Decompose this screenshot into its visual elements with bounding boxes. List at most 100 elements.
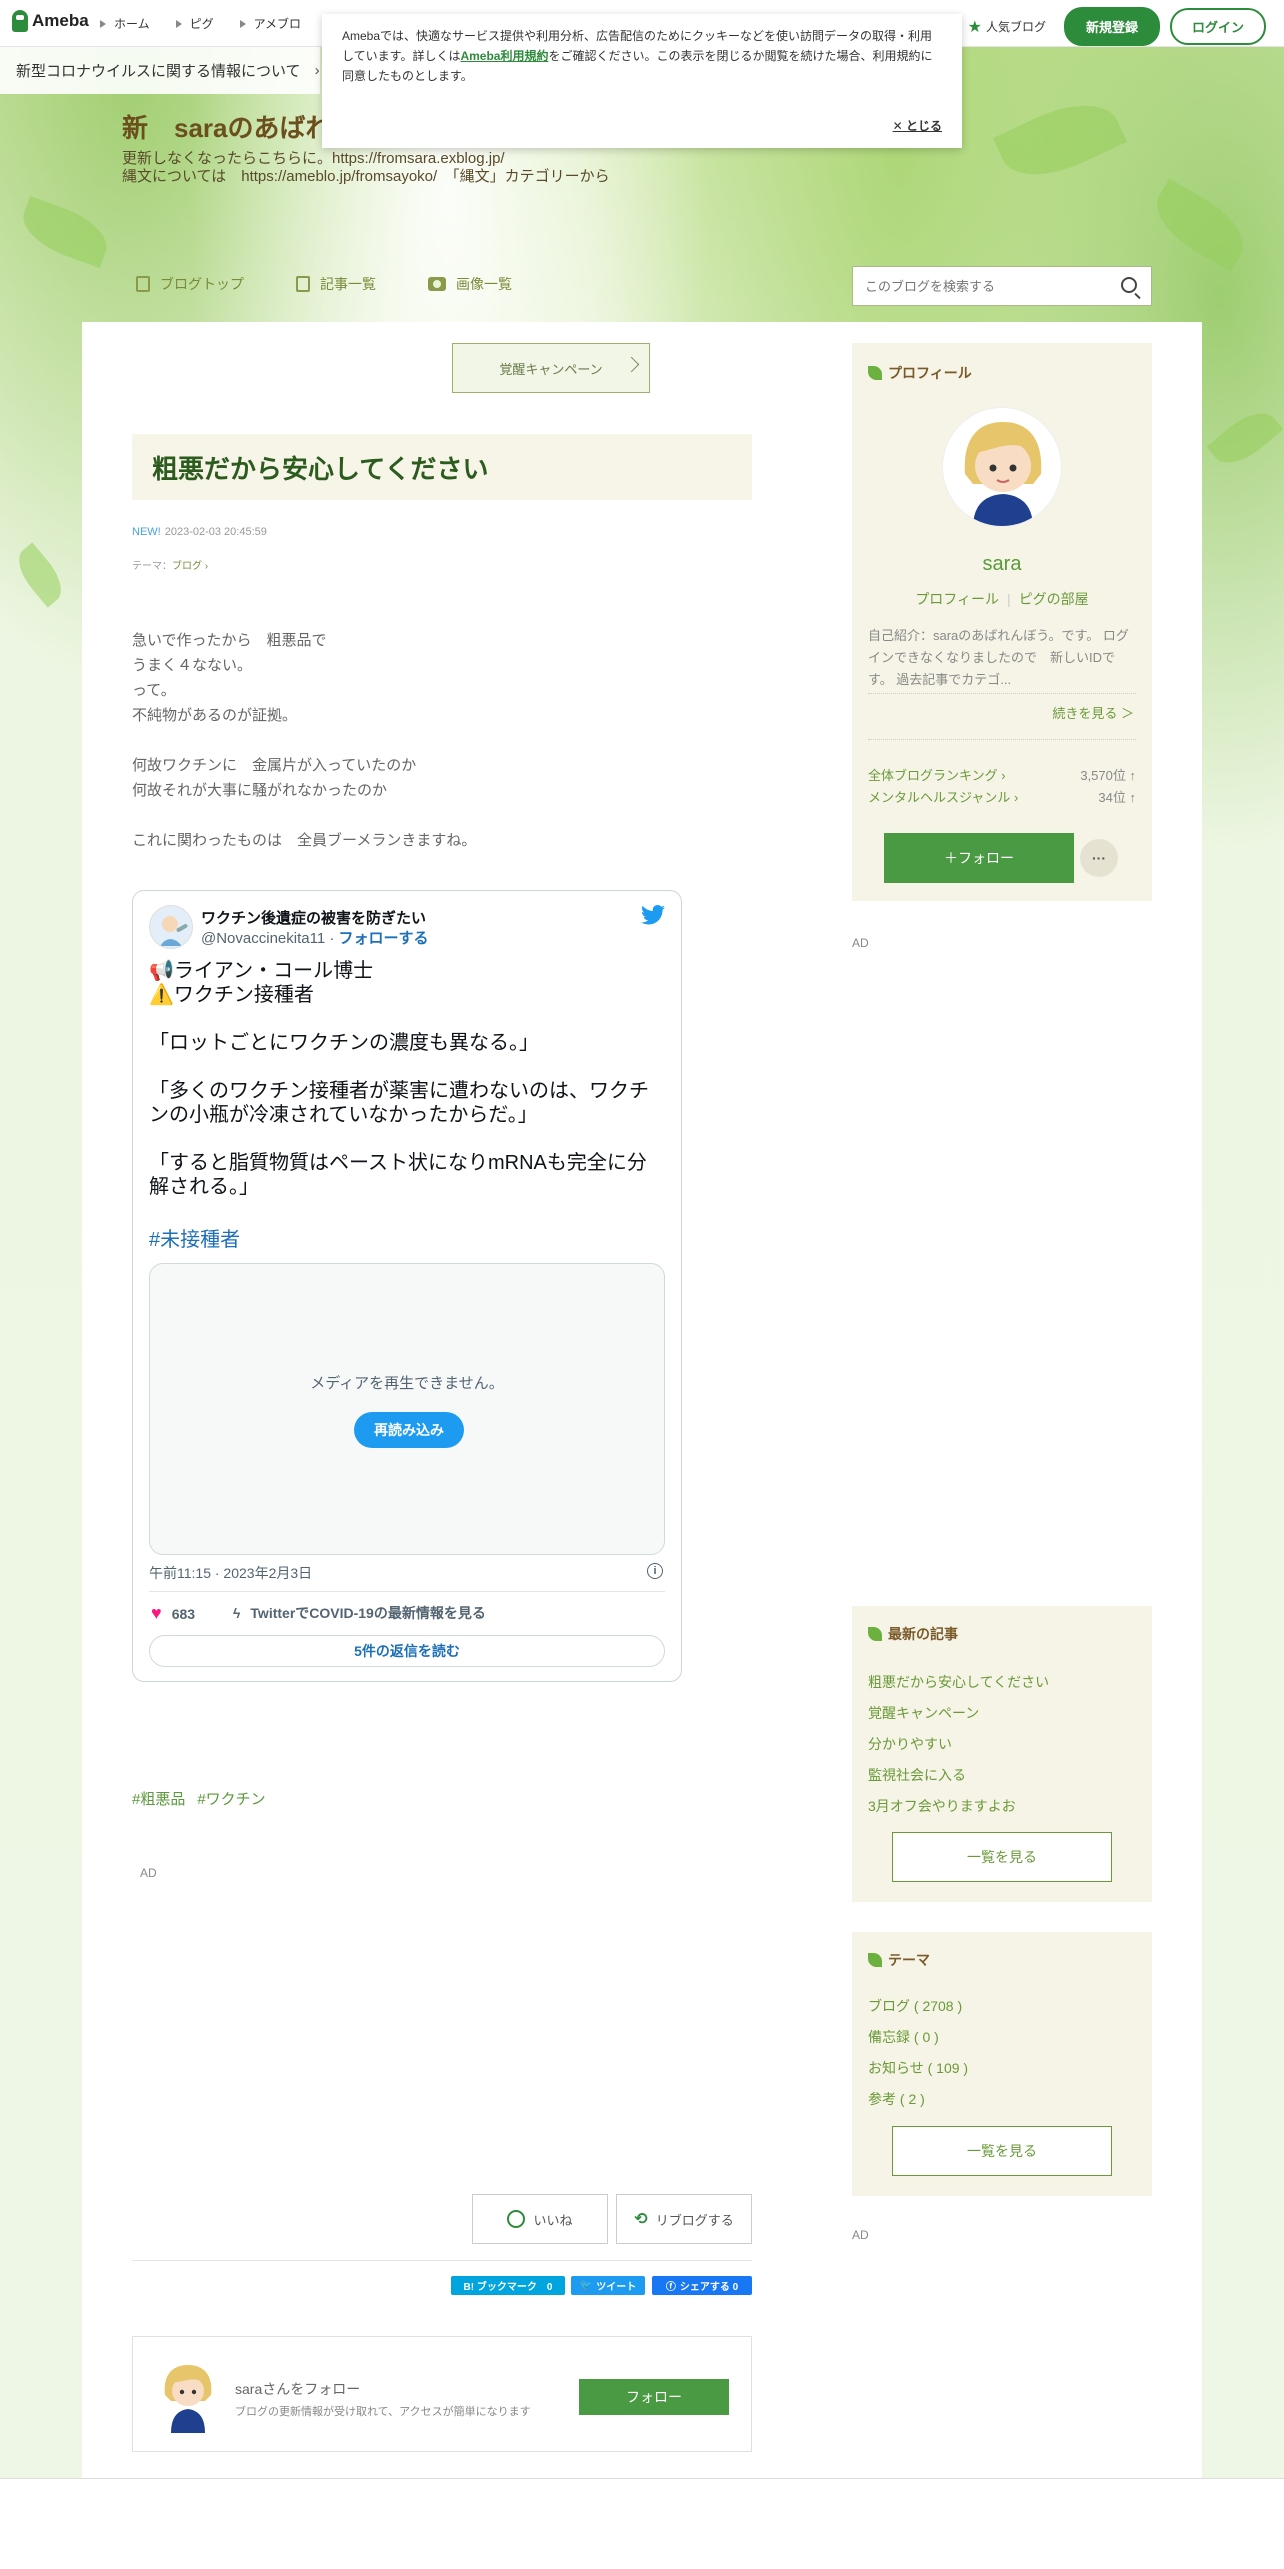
profile-intro: 自己紹介：saraのあばれんぼう。です。 ログインできなくなりましたので 新しい… bbox=[868, 628, 1129, 687]
ameba-logo-icon bbox=[12, 10, 28, 32]
pigg-room-link[interactable]: ピグの部屋 bbox=[1019, 591, 1089, 607]
leaf-icon bbox=[868, 366, 882, 380]
profile-heading: プロフィール bbox=[868, 363, 972, 383]
recent-entry-link[interactable]: 粗悪だから安心してください bbox=[868, 1672, 1049, 1692]
ad-label: AD bbox=[852, 936, 869, 950]
covid-info-link[interactable]: ϟ TwitterでCOVID-19の最新情報を見る bbox=[233, 1603, 486, 1623]
divider bbox=[149, 1591, 665, 1592]
tweet-avatar[interactable] bbox=[149, 905, 193, 949]
nav-pigg[interactable]: ピグ bbox=[175, 15, 214, 32]
recent-entry-link[interactable]: 監視社会に入る bbox=[868, 1765, 966, 1785]
theme-link[interactable]: お知らせ ( 109 ) bbox=[868, 2058, 968, 2078]
document-icon bbox=[136, 276, 150, 292]
recent-list-button[interactable]: 一覧を見る bbox=[892, 1832, 1112, 1882]
author-avatar[interactable] bbox=[157, 2361, 219, 2433]
blog-top-link[interactable]: ブログトップ bbox=[136, 274, 244, 294]
close-icon: ✕ bbox=[892, 119, 906, 133]
star-icon: ★ bbox=[967, 18, 982, 36]
recent-entry-link[interactable]: 3月オフ会やりますよお bbox=[868, 1796, 1016, 1816]
triangle-icon bbox=[239, 19, 246, 28]
new-badge: NEW! bbox=[132, 526, 161, 538]
entry-list-link[interactable]: 記事一覧 bbox=[296, 274, 376, 294]
more-options-button[interactable]: ··· bbox=[1080, 839, 1118, 877]
hashtag-link[interactable]: #粗悪品 bbox=[132, 1788, 185, 1809]
profile-name[interactable]: sara bbox=[852, 553, 1152, 576]
profile-widget: プロフィール sara プロフィール | ピグの部屋 自己紹介：saraのあばれんぼ… bbox=[852, 343, 1152, 901]
login-button[interactable]: ログイン bbox=[1169, 8, 1266, 45]
entry-title[interactable]: 粗悪だから安心してください bbox=[132, 434, 752, 500]
recent-heading: 最新の記事 bbox=[868, 1624, 958, 1644]
read-replies-button[interactable]: 5件の返信を読む bbox=[149, 1635, 665, 1667]
copy-icon bbox=[296, 276, 310, 292]
ameba-logo[interactable]: Ameba bbox=[12, 10, 89, 32]
chevron-right-icon: › bbox=[314, 61, 320, 79]
search-input[interactable] bbox=[863, 267, 1107, 305]
leaf-icon bbox=[868, 1953, 882, 1967]
entry-datetime: 2023-02-03 20:45:59 bbox=[164, 526, 267, 538]
blog-description: 更新しなくなったらこちらに。https://fromsara.exblog.jp… bbox=[122, 150, 610, 185]
tweet-like-button[interactable]: ♥ 683 bbox=[151, 1603, 195, 1624]
nav-ameblo[interactable]: アメブロ bbox=[239, 15, 301, 32]
info-icon[interactable]: i bbox=[647, 1563, 663, 1579]
image-list-link[interactable]: 画像一覧 bbox=[428, 274, 512, 294]
hatena-bookmark-button[interactable]: B! ブックマーク 0 bbox=[451, 2276, 565, 2295]
search-icon[interactable] bbox=[1121, 277, 1137, 293]
covid-info-banner[interactable]: 新型コロナウイルスに関する情報について › bbox=[0, 46, 320, 94]
twitter-bird-icon[interactable] bbox=[641, 905, 665, 925]
profile-links: プロフィール | ピグの部屋 bbox=[915, 591, 1089, 607]
tweet-text: 📢ライアン・コール博士 ⚠️ワクチン接種者 「ロットごとにワクチンの濃度も異なる… bbox=[149, 960, 649, 1198]
theme-link[interactable]: 備忘録 ( 0 ) bbox=[868, 2027, 939, 2047]
entry-meta: NEW! 2023-02-03 20:45:59 bbox=[132, 526, 267, 538]
heart-icon: ♥ bbox=[151, 1603, 162, 1623]
header-actions: ★ 人気ブログ 新規登録 ログイン bbox=[968, 7, 1266, 46]
theme-list-button[interactable]: 一覧を見る bbox=[892, 2126, 1112, 2176]
divider bbox=[132, 2260, 752, 2261]
reblog-icon: ⟲ bbox=[634, 2211, 648, 2228]
like-button[interactable]: いいね bbox=[472, 2194, 608, 2244]
tweet-follow-link[interactable]: フォローする bbox=[339, 930, 429, 947]
twitter-bird-icon: 🐦 bbox=[579, 2280, 593, 2291]
terms-link[interactable]: Ameba利用規約 bbox=[460, 49, 548, 63]
ranking-row[interactable]: 全体ブログランキング › 3,570位 ↑ bbox=[868, 765, 1136, 784]
theme-link[interactable]: ブログ bbox=[172, 561, 202, 572]
page-footer bbox=[0, 2478, 1284, 2569]
triangle-icon bbox=[100, 19, 106, 28]
chevron-right-icon: › bbox=[202, 561, 209, 572]
prev-entry-button[interactable]: 覚醒キャンペーン bbox=[452, 343, 650, 393]
recent-entry-link[interactable]: 分かりやすい bbox=[868, 1734, 952, 1754]
cookie-close-button[interactable]: ✕ とじる bbox=[893, 116, 942, 136]
recent-entries-widget: 最新の記事 粗悪だから安心してください 覚醒キャンペーン 分かりやすい 監視社会… bbox=[852, 1606, 1152, 1902]
follow-button[interactable]: フォロー bbox=[579, 2379, 729, 2415]
blog-title[interactable]: 新 saraのあばれ bbox=[122, 108, 332, 145]
blog-search bbox=[852, 266, 1152, 306]
smile-icon bbox=[507, 2210, 526, 2228]
nav-home[interactable]: ホーム bbox=[100, 15, 150, 32]
read-more-link[interactable]: 続きを見る ＞ bbox=[1052, 703, 1134, 722]
profile-follow-button[interactable]: ＋フォロー bbox=[884, 833, 1074, 883]
popular-blog-link[interactable]: ★ 人気ブログ bbox=[968, 17, 1046, 37]
follow-box-subtitle: ブログの更新情報が受け取れて、アクセスが簡単になります bbox=[235, 2406, 531, 2418]
profile-link[interactable]: プロフィール bbox=[915, 591, 999, 607]
theme-link[interactable]: ブログ ( 2708 ) bbox=[868, 1996, 962, 2016]
blog-nav: ブログトップ 記事一覧 画像一覧 bbox=[136, 274, 512, 294]
hashtag-link[interactable]: #ワクチン bbox=[197, 1788, 265, 1809]
signup-button[interactable]: 新規登録 bbox=[1063, 7, 1160, 46]
global-nav: ホーム ピグ アメブロ bbox=[100, 0, 301, 46]
entry-hashtags: #粗悪品 #ワクチン bbox=[132, 1788, 266, 1809]
tweet-share-button[interactable]: 🐦 ツイート bbox=[571, 2276, 645, 2295]
profile-avatar[interactable] bbox=[942, 407, 1062, 527]
reblog-button[interactable]: ⟲ リブログする bbox=[616, 2194, 752, 2244]
tweet-hashtag[interactable]: #未接種者 bbox=[149, 1223, 240, 1252]
reload-button[interactable]: 再読み込み bbox=[354, 1412, 464, 1448]
doctor-avatar-icon bbox=[150, 906, 192, 948]
tweet-author-name[interactable]: ワクチン後遺症の被害を防ぎたい bbox=[201, 907, 426, 928]
tweet-timestamp[interactable]: 午前11:15 · 2023年2月3日 bbox=[149, 1563, 312, 1583]
ranking-row[interactable]: メンタルヘルスジャンル › 34位 ↑ bbox=[868, 787, 1136, 806]
facebook-icon: ⓕ bbox=[665, 2282, 676, 2293]
follow-box-title: saraさんをフォロー bbox=[235, 2381, 361, 2397]
camera-icon bbox=[428, 277, 446, 291]
recent-entry-link[interactable]: 覚醒キャンペーン bbox=[868, 1703, 979, 1723]
theme-link[interactable]: 参考 ( 2 ) bbox=[868, 2089, 925, 2109]
facebook-share-button[interactable]: ⓕ シェアする 0 bbox=[652, 2276, 752, 2295]
entry-body: 急いで作ったから 粗悪品で うまく４なない。 って。 不純物があるのが証拠。 何… bbox=[132, 632, 477, 849]
